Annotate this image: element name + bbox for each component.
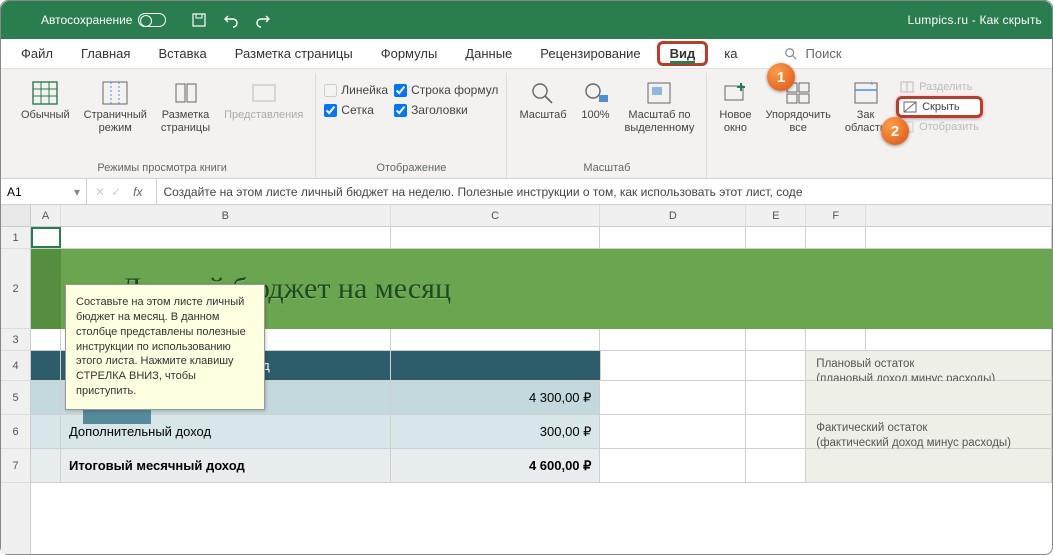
unhide-button: Отобразить	[896, 119, 983, 135]
enter-icon[interactable]: ✓	[111, 185, 121, 199]
select-all-corner[interactable]	[1, 205, 30, 227]
tab-home[interactable]: Главная	[69, 42, 142, 65]
col-header-B[interactable]: B	[61, 205, 391, 226]
tab-data[interactable]: Данные	[453, 42, 524, 65]
headings-checkbox[interactable]: Заголовки	[394, 103, 498, 117]
row-header-2[interactable]: 2	[1, 249, 30, 329]
fx-icon[interactable]: fx	[127, 185, 148, 199]
formulabar-checkbox[interactable]: Строка формул	[394, 83, 498, 97]
row-header-4[interactable]: 4	[1, 351, 30, 381]
ruler-checkbox[interactable]: Линейка	[324, 83, 388, 97]
col-header-E[interactable]: E	[746, 205, 806, 226]
redo-icon[interactable]	[254, 11, 272, 29]
view-normal-button[interactable]: Обычный	[17, 77, 74, 124]
tab-page-layout[interactable]: Разметка страницы	[223, 42, 365, 65]
row-header-7[interactable]: 7	[1, 449, 30, 483]
col-header-C[interactable]: C	[391, 205, 601, 226]
cell-tooltip: Составьте на этом листе личный бюджет на…	[65, 284, 265, 410]
window-title: Lumpics.ru - Как скрыть	[908, 13, 1043, 27]
row-header-1[interactable]: 1	[1, 227, 30, 249]
autosave-label: Автосохранение	[41, 13, 132, 27]
toggle-icon	[138, 13, 166, 27]
row-1	[31, 227, 1052, 249]
svg-text:*: *	[870, 81, 874, 90]
zoom-selection-button[interactable]: Масштаб по выделенному	[621, 77, 699, 136]
zoom-button[interactable]: Масштаб	[515, 77, 570, 124]
tab-formulas[interactable]: Формулы	[369, 42, 450, 65]
row-header-3[interactable]: 3	[1, 329, 30, 351]
r7-label[interactable]: Итоговый месячный доход	[61, 449, 391, 482]
r6-value[interactable]: 300,00 ₽	[391, 415, 601, 448]
side-card-2[interactable]: Фактический остаток (фактический доход м…	[806, 415, 1052, 448]
group-views-label: Режимы просмотра книги	[97, 160, 227, 178]
view-custom-button[interactable]: Представления	[220, 77, 307, 124]
group-zoom-label: Масштаб	[583, 160, 630, 178]
row-headers: 1 2 3 4 5 6 7	[1, 205, 31, 554]
name-box[interactable]: A1▾	[1, 179, 87, 204]
worksheet: 1 2 3 4 5 6 7 A B C D E F Личный бюджет …	[1, 205, 1052, 554]
formula-bar-row: A1▾ ✕ ✓ fx Создайте на этом листе личный…	[1, 179, 1052, 205]
column-headers: A B C D E F	[31, 205, 1052, 227]
col-header-F[interactable]: F	[806, 205, 866, 226]
hide-button[interactable]: Скрыть	[896, 96, 983, 118]
group-show-label: Отображение	[376, 160, 446, 178]
split-button[interactable]: Разделить	[896, 79, 983, 95]
view-pagelayout-button[interactable]: Разметка страницы	[157, 77, 214, 136]
tab-review[interactable]: Рецензирование	[528, 42, 652, 65]
zoom-100-button[interactable]: 100%	[577, 77, 615, 124]
search-box[interactable]: Поиск	[784, 46, 842, 61]
undo-icon[interactable]	[222, 11, 240, 29]
row-7: Итоговый месячный доход 4 600,00 ₽	[31, 449, 1052, 483]
cancel-icon[interactable]: ✕	[95, 185, 105, 199]
tab-insert[interactable]: Вставка	[146, 42, 218, 65]
cell-A1[interactable]	[31, 227, 61, 248]
group-workbook-views: Обычный Страничный режим Разметка страни…	[9, 73, 316, 178]
row-header-5[interactable]: 5	[1, 381, 30, 415]
autosave-toggle[interactable]: Автосохранение	[41, 13, 166, 27]
group-show: Линейка Сетка Строка формул Заголовки От…	[316, 73, 507, 178]
search-placeholder: Поиск	[806, 46, 842, 61]
callout-1: 1	[767, 63, 795, 91]
r7-value[interactable]: 4 600,00 ₽	[391, 449, 601, 482]
save-icon[interactable]	[190, 11, 208, 29]
quick-access-toolbar	[190, 11, 272, 29]
col-header-D[interactable]: D	[600, 205, 746, 226]
group-window: Новое окно Упорядочить все *Зак области …	[707, 73, 991, 178]
row-header-6[interactable]: 6	[1, 415, 30, 449]
formula-buttons: ✕ ✓ fx	[87, 179, 157, 204]
ribbon-tabs: Файл Главная Вставка Разметка страницы Ф…	[1, 39, 1052, 69]
col-header-A[interactable]: A	[31, 205, 61, 226]
group-zoom: Масштаб 100% Масштаб по выделенному Масш…	[507, 73, 707, 178]
side-card-1[interactable]: Плановый остаток (плановый доход минус р…	[806, 351, 1052, 380]
formula-input[interactable]: Создайте на этом листе личный бюджет на …	[157, 185, 808, 199]
tab-file[interactable]: Файл	[9, 42, 65, 65]
row-6: Дополнительный доход 300,00 ₽ Фактически…	[31, 415, 1052, 449]
gridlines-checkbox[interactable]: Сетка	[324, 103, 388, 117]
callout-2: 2	[881, 117, 909, 145]
view-pagebreak-button[interactable]: Страничный режим	[80, 77, 151, 136]
title-bar: Автосохранение Lumpics.ru - Как скрыть	[1, 1, 1052, 39]
r5-value[interactable]: 4 300,00 ₽	[391, 381, 601, 414]
tab-help[interactable]: ка	[712, 42, 749, 65]
new-window-button[interactable]: Новое окно	[715, 77, 755, 136]
search-icon	[784, 47, 798, 61]
tab-view[interactable]: Вид	[657, 41, 709, 66]
